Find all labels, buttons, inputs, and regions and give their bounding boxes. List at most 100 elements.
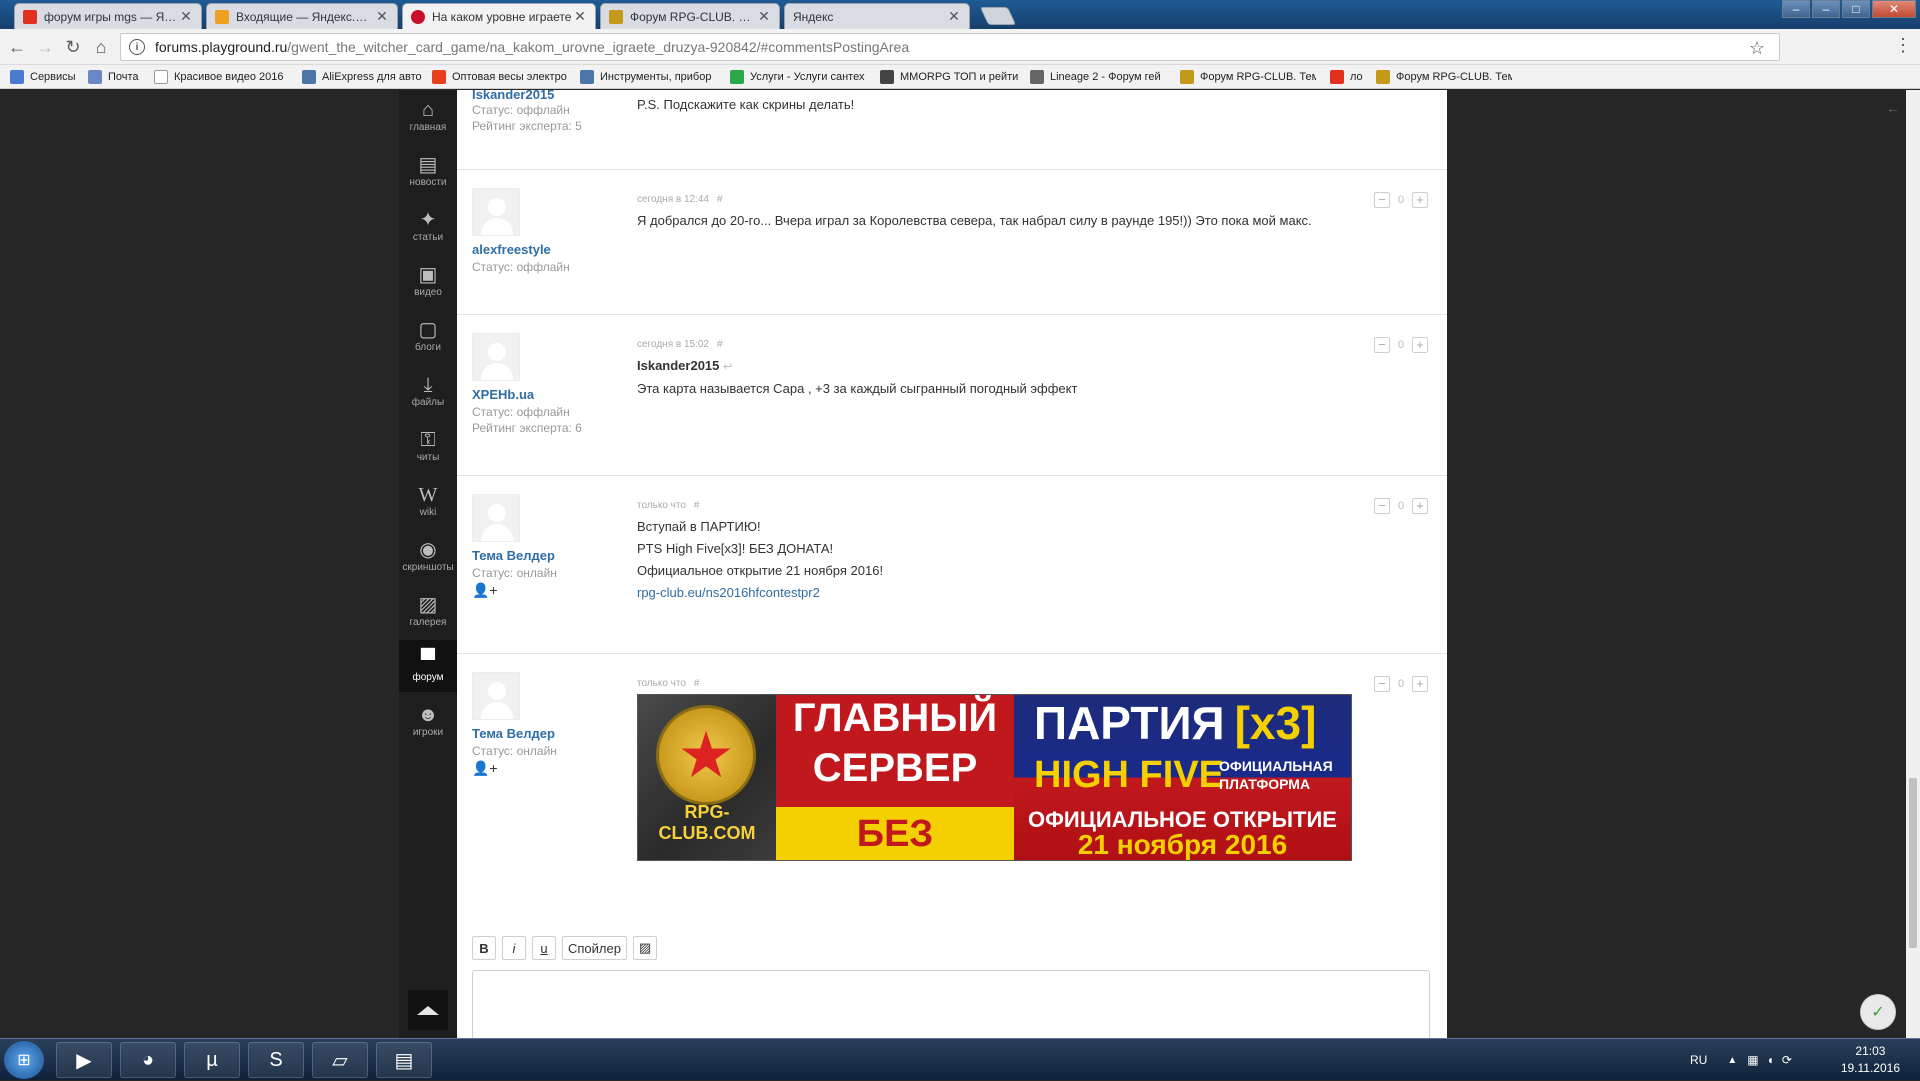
nav-articles[interactable]: ✦ статьи <box>399 200 457 252</box>
nav-gallery[interactable]: ▨ галерея <box>399 585 457 637</box>
insert-image-icon[interactable]: ▨ <box>632 936 658 960</box>
comment-permalink[interactable]: # <box>717 339 723 350</box>
home-button[interactable]: ⌂ <box>90 36 112 58</box>
tab-close-icon[interactable]: ✕ <box>375 8 389 25</box>
bookmark-item[interactable]: AliExpress для авто <box>302 69 424 85</box>
quoted-author[interactable]: Iskander2015 <box>637 358 719 373</box>
promo-banner-image[interactable]: ★ RPG-CLUB.COM ГЛАВНЫЙ СЕРВЕР БЕЗ ДОНАТА… <box>637 694 1352 861</box>
volume-icon[interactable]: ◖ <box>1767 1053 1774 1067</box>
bookmark-item[interactable]: Форум RPG-CLUB. Тем <box>1376 69 1512 85</box>
bookmark-item[interactable]: Услуги - Услуги сантех <box>730 69 870 85</box>
reload-button[interactable]: ↻ <box>62 36 84 58</box>
avatar[interactable] <box>472 333 520 381</box>
sync-icon[interactable]: ⟳ <box>1782 1053 1792 1067</box>
tab-close-icon[interactable]: ✕ <box>947 8 961 25</box>
shield-check-icon[interactable]: ✓ <box>1860 994 1896 1030</box>
italic-button[interactable]: i <box>502 936 526 960</box>
nav-wiki[interactable]: Wwiki <box>399 475 457 527</box>
vote-down-button[interactable]: − <box>1374 337 1390 353</box>
bookmark-item[interactable]: MMORPG ТОП и рейти <box>880 69 1020 85</box>
browser-tab-active[interactable]: На каком уровне играете ✕ <box>402 3 596 29</box>
nav-cheats[interactable]: ⚿ читы <box>399 420 457 472</box>
comment-permalink[interactable]: # <box>694 678 700 689</box>
vote-up-button[interactable]: + <box>1412 498 1428 514</box>
spoiler-button[interactable]: Спойлер <box>562 936 627 960</box>
add-friend-icon[interactable]: 👤+ <box>472 760 498 777</box>
vote-down-button[interactable]: − <box>1374 192 1390 208</box>
vote-up-button[interactable]: + <box>1412 337 1428 353</box>
vote-up-button[interactable]: + <box>1412 676 1428 692</box>
tab-close-icon[interactable]: ✕ <box>757 8 771 25</box>
bookmark-item[interactable]: Lineage 2 - Форум гей <box>1030 69 1166 85</box>
nav-video[interactable]: ▣ видео <box>399 255 457 307</box>
browser-tab[interactable]: форум игры mgs — Яндекс ✕ <box>14 3 202 29</box>
bookmark-item[interactable]: Оптовая весы электро <box>432 69 572 85</box>
scrollbar-thumb[interactable] <box>1909 778 1917 948</box>
comment-author[interactable]: Iskander2015 <box>472 90 554 102</box>
bookmark-mail[interactable]: Почта <box>88 69 146 85</box>
bookmark-item[interactable]: Форум RPG-CLUB. Тем <box>1180 69 1316 85</box>
comment-permalink[interactable]: # <box>694 500 700 511</box>
skype-icon[interactable]: S <box>248 1042 304 1078</box>
nav-news[interactable]: ▤ новости <box>399 145 457 197</box>
window-minimize-alt-button[interactable]: – <box>1782 0 1810 18</box>
nav-files[interactable]: ⤓ файлы <box>399 365 457 417</box>
nav-blogs[interactable]: ▢ блоги <box>399 310 457 362</box>
comment-timestamp: сегодня в 15:02 # <box>637 339 723 350</box>
chat-bubble-icon: ▀ <box>420 649 436 671</box>
vote-down-button[interactable]: − <box>1374 676 1390 692</box>
utorrent-icon[interactable]: µ <box>184 1042 240 1078</box>
bookmark-star-icon[interactable]: ☆ <box>1749 38 1765 59</box>
vote-down-button[interactable]: − <box>1374 498 1390 514</box>
comment-permalink[interactable]: # <box>717 194 723 205</box>
tab-close-icon[interactable]: ✕ <box>179 8 193 25</box>
comment-link[interactable]: rpg-club.eu/ns2016hfcontestpr2 <box>637 585 820 600</box>
comment-author[interactable]: alexfreestyle <box>472 242 551 257</box>
media-player-icon[interactable]: ▶ <box>56 1042 112 1078</box>
address-bar[interactable]: i forums.playground.ru/gwent_the_witcher… <box>120 33 1780 61</box>
window-close-button[interactable]: ✕ <box>1872 0 1916 18</box>
comment-author[interactable]: Тема Велдер <box>472 548 555 563</box>
comment-textarea[interactable] <box>472 970 1430 1038</box>
new-tab-button[interactable] <box>979 7 1017 25</box>
chrome-icon[interactable]: ◕ <box>120 1042 176 1078</box>
bookmark-item[interactable]: Инструменты, прибор <box>580 69 718 85</box>
back-button[interactable]: ← <box>6 36 28 58</box>
forward-button[interactable]: → <box>34 36 56 58</box>
scroll-to-top-button[interactable] <box>408 990 448 1030</box>
avatar[interactable] <box>472 188 520 236</box>
browser-tab[interactable]: Яндекс ✕ <box>784 3 970 29</box>
start-button[interactable]: ⊞ <box>4 1041 44 1079</box>
nav-forum[interactable]: ▀ форум <box>399 640 457 692</box>
browser-tab[interactable]: Входящие — Яндекс.Почта ✕ <box>206 3 398 29</box>
apps-grid-icon <box>10 70 24 84</box>
nav-players[interactable]: ☻ игроки <box>399 695 457 747</box>
network-icon[interactable]: ▦ <box>1747 1053 1758 1067</box>
tab-close-icon[interactable]: ✕ <box>573 8 587 25</box>
underline-button[interactable]: u <box>532 936 556 960</box>
browser-menu-icon[interactable]: ⋮ <box>1894 35 1912 56</box>
bookmark-services[interactable]: Сервисы <box>10 69 80 85</box>
nav-screenshots[interactable]: ◉ скриншоты <box>399 530 457 582</box>
flame-icon: ✦ <box>419 209 437 231</box>
add-friend-icon[interactable]: 👤+ <box>472 582 498 599</box>
window-maximize-button[interactable]: □ <box>1842 0 1870 18</box>
explorer-icon[interactable]: ▤ <box>376 1042 432 1078</box>
vote-up-button[interactable]: + <box>1412 192 1428 208</box>
system-clock[interactable]: 21:03 19.11.2016 <box>1841 1043 1900 1077</box>
avatar[interactable] <box>472 672 520 720</box>
nav-home[interactable]: ⌂ главная <box>399 90 457 142</box>
bookmark-item[interactable]: Красивое видео 2016 <box>154 69 292 85</box>
comment-author[interactable]: Тема Велдер <box>472 726 555 741</box>
bold-button[interactable]: B <box>472 936 496 960</box>
site-info-icon[interactable]: i <box>129 39 145 55</box>
tray-expand-icon[interactable]: ▲ <box>1727 1055 1737 1066</box>
page-scrollbar[interactable] <box>1906 90 1920 1038</box>
avatar[interactable] <box>472 494 520 542</box>
window-minimize-button[interactable]: – <box>1812 0 1840 18</box>
comment-author[interactable]: XPEHb.ua <box>472 387 534 402</box>
bookmark-item[interactable]: ло <box>1330 69 1370 85</box>
window-app-icon[interactable]: ▱ <box>312 1042 368 1078</box>
language-indicator[interactable]: RU <box>1690 1053 1707 1067</box>
browser-tab[interactable]: Форум RPG-CLUB. Тема: По ✕ <box>600 3 780 29</box>
